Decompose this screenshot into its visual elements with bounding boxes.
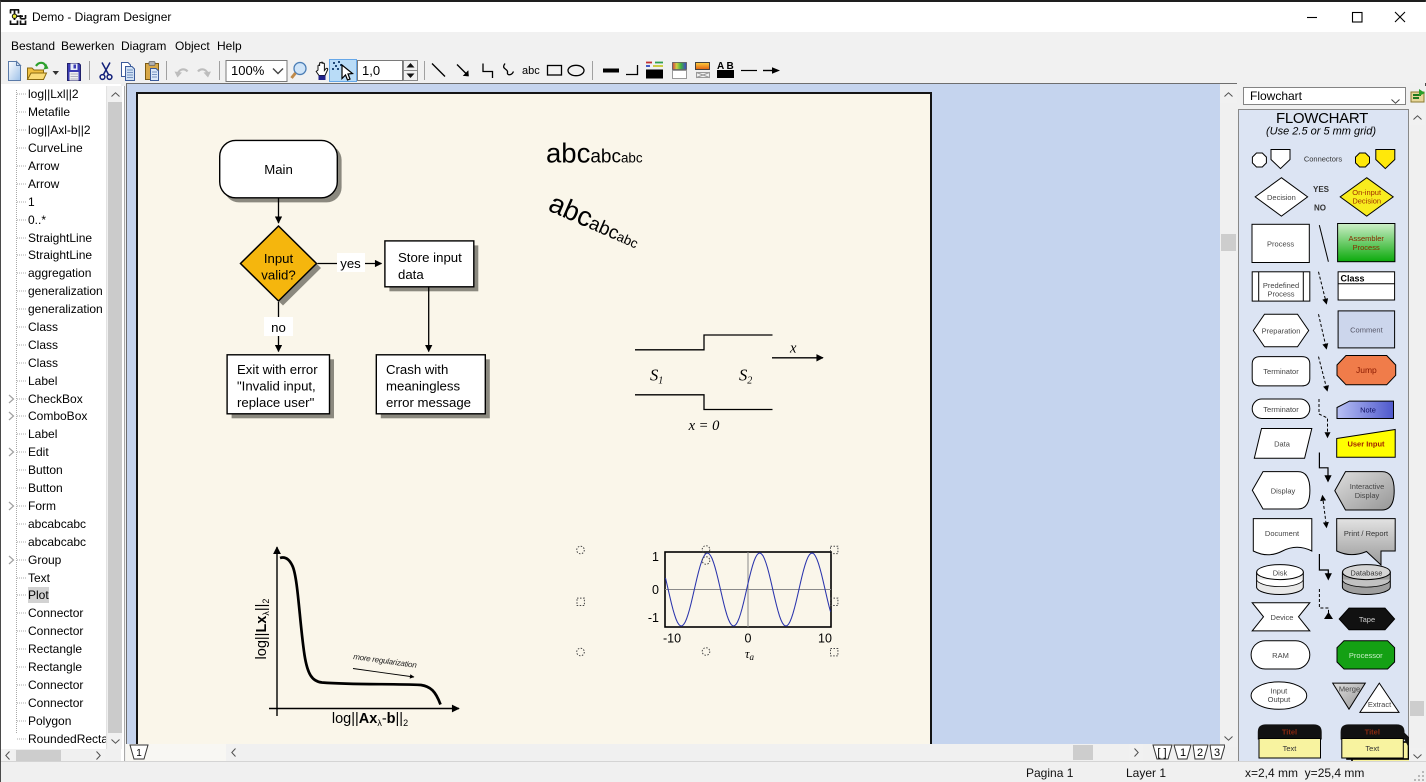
svg-text:replace user": replace user": [237, 395, 315, 410]
svg-text:Terminator: Terminator: [1263, 367, 1299, 376]
svg-text:Comment: Comment: [1350, 326, 1383, 335]
svg-text:"Invalid input,: "Invalid input,: [237, 379, 316, 394]
svg-text:1: 1: [1180, 747, 1186, 759]
svg-text:Output: Output: [1268, 695, 1291, 704]
svg-text:error message: error message: [386, 395, 471, 410]
svg-text:Extract: Extract: [1368, 700, 1392, 709]
svg-text:Input: Input: [264, 251, 294, 266]
svg-text:Decision: Decision: [1352, 197, 1381, 206]
svg-text:Document: Document: [1265, 529, 1300, 538]
svg-text:YES: YES: [1313, 185, 1330, 194]
svg-text:no: no: [271, 320, 286, 335]
svg-text:Device: Device: [1271, 613, 1294, 622]
svg-text:Note: Note: [1360, 406, 1376, 415]
svg-text:Text: Text: [1365, 744, 1380, 753]
svg-text:Disk: Disk: [1273, 569, 1288, 578]
svg-text:log||Axλ-b||2: log||Axλ-b||2: [332, 711, 408, 728]
svg-text:abc: abc: [522, 65, 540, 77]
svg-text:10: 10: [818, 632, 832, 646]
svg-text:1,0: 1,0: [362, 63, 380, 78]
svg-text:data: data: [398, 267, 424, 282]
svg-text:Process: Process: [1267, 290, 1294, 299]
svg-text:x = 0: x = 0: [688, 418, 720, 434]
svg-text:Display: Display: [1355, 491, 1380, 500]
svg-text:[ ]: [ ]: [1157, 747, 1166, 759]
svg-text:Assembler: Assembler: [1348, 234, 1384, 243]
svg-text:1: 1: [136, 748, 142, 759]
svg-text:Class: Class: [1341, 274, 1365, 284]
svg-text:Preparation: Preparation: [1262, 327, 1301, 336]
svg-text:100%: 100%: [231, 63, 265, 78]
svg-text:Data: Data: [1274, 440, 1291, 449]
svg-text:Process: Process: [1267, 240, 1294, 249]
svg-text:S2: S2: [739, 366, 752, 387]
svg-text:Connectors: Connectors: [1304, 155, 1343, 164]
svg-text:τa: τa: [745, 647, 754, 662]
svg-text:Terminator: Terminator: [1263, 405, 1299, 414]
svg-text:2: 2: [1197, 747, 1203, 759]
svg-text:FLOWCHART: FLOWCHART: [1276, 110, 1368, 127]
svg-text:Titel: Titel: [1365, 728, 1380, 737]
svg-text:Crash with: Crash with: [386, 362, 448, 377]
svg-text:Decision: Decision: [1267, 193, 1296, 202]
svg-text:abcabcabc: abcabcabc: [545, 187, 646, 254]
svg-text:Print / Report: Print / Report: [1344, 529, 1389, 538]
svg-text:log||Lxλ||2: log||Lxλ||2: [254, 599, 271, 660]
svg-text:Exit with error: Exit with error: [237, 362, 318, 377]
svg-text:yes: yes: [340, 256, 361, 271]
svg-text:Store input: Store input: [398, 250, 462, 265]
svg-text:0: 0: [652, 583, 659, 597]
svg-text:Database: Database: [1350, 569, 1382, 578]
svg-text:3: 3: [1214, 747, 1220, 759]
svg-text:Merge: Merge: [1339, 685, 1360, 694]
svg-text:Display: Display: [1271, 487, 1296, 496]
svg-text:Interactive: Interactive: [1350, 482, 1385, 491]
svg-text:NO: NO: [1314, 204, 1326, 213]
svg-text:0: 0: [745, 632, 752, 646]
svg-text:abcabcabc: abcabcabc: [546, 138, 643, 169]
svg-text:-10: -10: [663, 632, 681, 646]
svg-text:Process: Process: [1353, 243, 1380, 252]
svg-text:Text: Text: [1283, 744, 1298, 753]
svg-text:S1: S1: [650, 366, 663, 387]
svg-text:-1: -1: [648, 611, 659, 625]
svg-text:Tape: Tape: [1359, 615, 1375, 624]
svg-text:(Use 2.5 or 5 mm grid): (Use 2.5 or 5 mm grid): [1266, 126, 1376, 138]
svg-text:Main: Main: [264, 162, 293, 177]
svg-text:Processor: Processor: [1349, 651, 1383, 660]
svg-text:Titel: Titel: [1282, 728, 1297, 737]
svg-text:User Input: User Input: [1347, 440, 1385, 449]
svg-text:Jump: Jump: [1356, 365, 1377, 375]
svg-text:1: 1: [652, 550, 659, 564]
svg-text:meaningless: meaningless: [386, 379, 460, 394]
svg-text:more regularization: more regularization: [353, 652, 418, 670]
svg-text:RAM: RAM: [1272, 651, 1289, 660]
svg-text:x: x: [789, 341, 797, 357]
svg-text:valid?: valid?: [261, 268, 295, 283]
